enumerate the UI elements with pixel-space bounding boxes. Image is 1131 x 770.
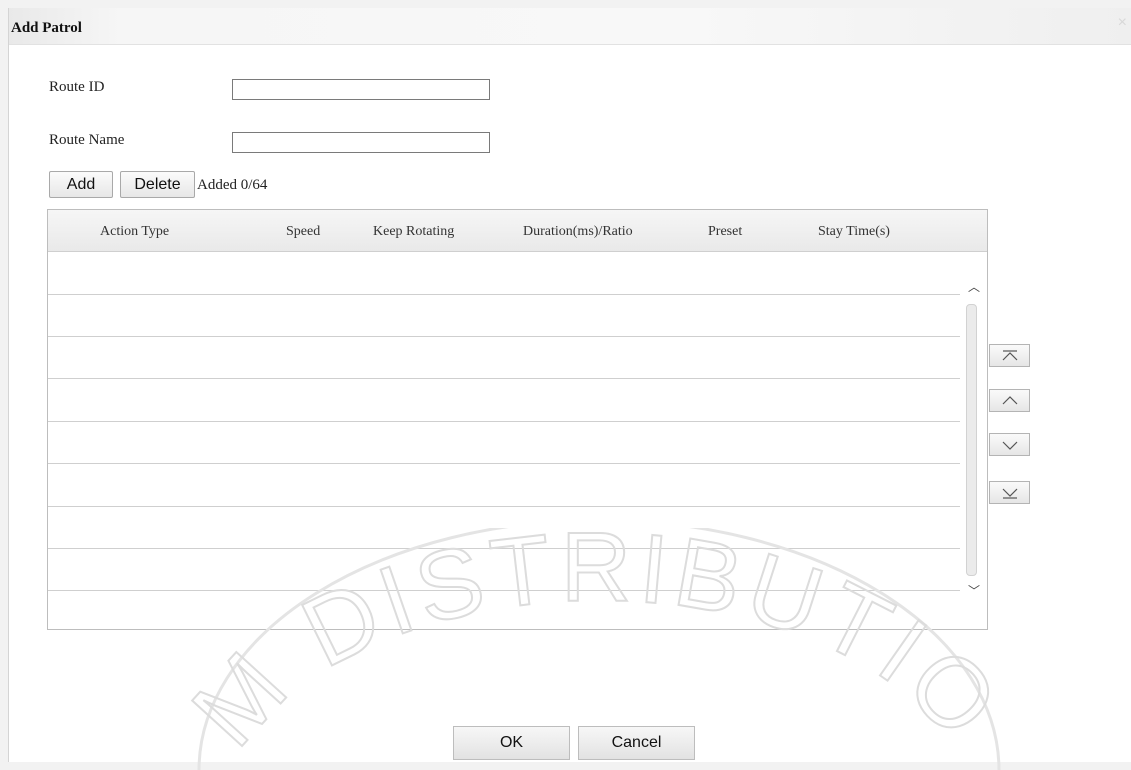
dialog-title: Add Patrol [11, 20, 82, 36]
scroll-up-icon[interactable]: ︿ [964, 276, 984, 296]
table-row[interactable] [48, 294, 960, 295]
table-row[interactable] [48, 378, 960, 379]
scroll-down-icon[interactable]: ﹀ [964, 580, 984, 600]
move-up-button[interactable] [989, 389, 1030, 412]
table-row[interactable] [48, 463, 960, 464]
table-scrollbar[interactable]: ︿ ﹀ [961, 252, 987, 629]
move-down-button[interactable] [989, 433, 1030, 456]
close-icon[interactable]: × [1118, 15, 1127, 31]
column-header-keep-rotating[interactable]: Keep Rotating [373, 224, 454, 240]
add-patrol-dialog: Add Patrol × Route ID Route Name Add Del… [8, 8, 1131, 770]
route-name-label: Route Name [49, 132, 125, 148]
move-to-bottom-button[interactable] [989, 481, 1030, 504]
column-header-duration[interactable]: Duration(ms)/Ratio [523, 224, 633, 240]
move-to-top-button[interactable] [989, 344, 1030, 367]
route-id-input[interactable] [232, 79, 490, 100]
move-to-bottom-icon [1002, 488, 1017, 499]
ok-button[interactable]: OK [453, 726, 570, 760]
table-row[interactable] [48, 590, 960, 591]
table-row[interactable] [48, 421, 960, 422]
column-header-speed[interactable]: Speed [286, 224, 320, 240]
added-count: Added 0/64 [197, 177, 268, 193]
scrollbar-thumb[interactable] [966, 304, 977, 576]
route-id-label: Route ID [49, 79, 105, 95]
patrol-actions-table: Action Type Speed Keep Rotating Duration… [47, 209, 988, 630]
add-button[interactable]: Add [49, 171, 113, 198]
column-header-stay-time[interactable]: Stay Time(s) [818, 224, 890, 240]
table-row[interactable] [48, 336, 960, 337]
table-row[interactable] [48, 506, 960, 507]
cancel-button[interactable]: Cancel [578, 726, 695, 760]
move-up-icon [1002, 395, 1017, 404]
table-header: Action Type Speed Keep Rotating Duration… [48, 210, 987, 252]
route-name-input[interactable] [232, 132, 490, 153]
move-to-top-icon [1002, 349, 1017, 360]
column-header-action-type[interactable]: Action Type [100, 224, 169, 240]
table-row[interactable] [48, 548, 960, 549]
dialog-titlebar: Add Patrol × [9, 8, 1131, 45]
delete-button[interactable]: Delete [120, 171, 195, 198]
column-header-preset[interactable]: Preset [708, 224, 742, 240]
move-down-icon [1002, 441, 1017, 450]
